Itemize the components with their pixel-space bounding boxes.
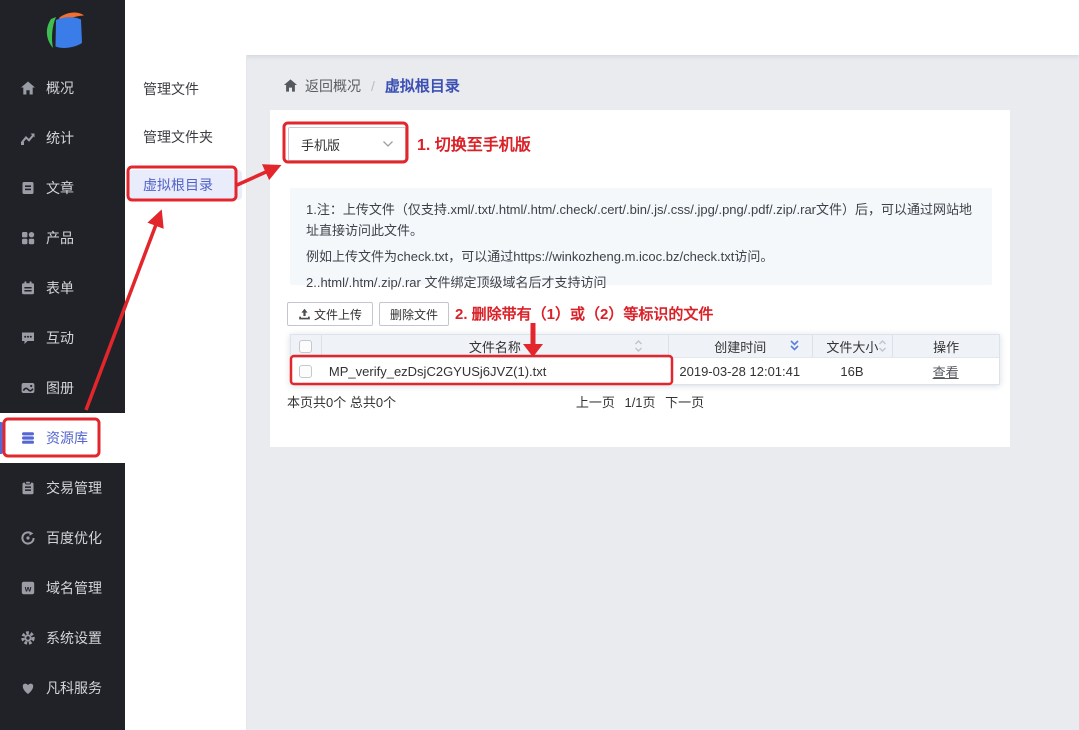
seo-icon [20,530,36,546]
delete-file-button[interactable]: 删除文件 [379,302,450,326]
sidebar-item-products[interactable]: 产品 [0,213,125,263]
site-version-select[interactable]: 手机版 [288,127,406,161]
article-icon [20,180,36,196]
page-summary: 本页共0个 总共0个 [287,395,397,410]
sidebar-item-overview[interactable]: 概况 [0,63,125,113]
upload-file-button[interactable]: 文件上传 [287,302,374,326]
breadcrumb: 返回概况 / 虚拟根目录 [247,55,1079,96]
secondary-sidebar: 管理文件 管理文件夹 虚拟根目录 [125,55,247,730]
column-header-action: 操作 [933,339,960,355]
prev-page-link[interactable]: 上一页 [576,395,615,410]
sidebar-item-settings[interactable]: 系统设置 [0,613,125,663]
column-header-created[interactable]: 创建时间 [714,337,766,356]
sort-icon[interactable] [633,340,644,352]
main-area: 返回概况 / 虚拟根目录 手机版 1.注：上传文件（仅支持.xml/.txt/.… [247,55,1079,730]
sidebar-item-baidu-seo[interactable]: 百度优化 [0,513,125,563]
note-line: 1.注：上传文件（仅支持.xml/.txt/.html/.htm/.check/… [306,202,973,238]
content-card: 手机版 1.注：上传文件（仅支持.xml/.txt/.html/.htm/.ch… [270,110,1010,447]
form-icon [20,280,36,296]
page-indicator: 1/1页 [624,395,656,410]
home-icon[interactable] [283,78,298,93]
sidebar-item-gallery[interactable]: 图册 [0,363,125,413]
subnav-item-virtual-root[interactable]: 虚拟根目录 [125,161,246,209]
sidebar-item-resources[interactable]: 资源库 [0,413,125,463]
file-toolbar: 文件上传 删除文件 [287,302,450,326]
sidebar-item-trade[interactable]: 交易管理 [0,463,125,513]
subnav-item-manage-files[interactable]: 管理文件 [125,65,246,113]
sort-desc-active-icon[interactable] [789,340,800,352]
sidebar-item-stats[interactable]: 统计 [0,113,125,163]
home-icon [20,80,36,96]
chevron-down-icon [383,141,393,147]
view-file-link[interactable]: 查看 [933,362,959,381]
gallery-icon [20,380,36,396]
table-header-row: 文件名称 创建时间 文件大小 操作 [291,335,999,357]
chat-icon [20,330,36,346]
sidebar-item-interaction[interactable]: 互动 [0,313,125,363]
breadcrumb-current: 虚拟根目录 [384,78,460,95]
brand-logo[interactable] [0,0,125,55]
subnav-item-manage-folders[interactable]: 管理文件夹 [125,113,246,161]
sidebar-item-domain[interactable]: w 域名管理 [0,563,125,613]
products-icon [20,230,36,246]
svg-text:w: w [24,583,32,593]
site-version-value: 手机版 [301,137,341,153]
upload-icon [298,308,311,321]
upload-button-label: 文件上传 [314,307,363,322]
created-time-cell: 2019-03-28 12:01:41 [679,363,801,379]
breadcrumb-back-link[interactable]: 返回概况 [305,76,361,96]
pagination-bar: 本页共0个 总共0个 上一页 1/1页 下一页 [270,389,1010,410]
heart-icon [20,680,36,696]
file-size-cell: 16B [840,363,864,379]
column-header-size[interactable]: 文件大小 [826,337,878,356]
top-header-bar [125,0,1079,55]
sidebar-item-articles[interactable]: 文章 [0,163,125,213]
primary-nav: 概况 统计 文章 产品 表单 互动 图册 资源库 交易管理 百度优化 w 域名管… [0,55,125,713]
domain-icon: w [20,580,36,596]
file-table: 文件名称 创建时间 文件大小 操作 MP_verify_ezDsjC2GYUSj… [290,334,1000,385]
column-header-file-name[interactable]: 文件名称 [469,337,521,356]
sidebar-item-forms[interactable]: 表单 [0,263,125,313]
note-line: 2..html/.htm/.zip/.rar 文件绑定顶级域名后才支持访问 [306,275,607,290]
next-page-link[interactable]: 下一页 [665,395,704,410]
note-line: 例如上传文件为check.txt，可以通过https://winkozheng.… [306,249,774,264]
file-name-cell: MP_verify_ezDsjC2GYUSj6JVZ(1).txt [328,363,547,379]
database-icon [20,430,36,446]
table-row: MP_verify_ezDsjC2GYUSj6JVZ(1).txt 2019-0… [291,357,999,384]
trade-icon [20,480,36,496]
upload-notes: 1.注：上传文件（仅支持.xml/.txt/.html/.htm/.check/… [290,188,992,290]
stats-icon [20,130,36,146]
breadcrumb-separator: / [371,77,375,94]
row-checkbox[interactable] [299,364,313,378]
sidebar-item-services[interactable]: 凡科服务 [0,663,125,713]
gear-icon [20,630,36,646]
primary-sidebar: 概况 统计 文章 产品 表单 互动 图册 资源库 交易管理 百度优化 w 域名管… [0,0,125,730]
select-all-checkbox[interactable] [299,339,313,353]
sort-icon[interactable] [877,340,888,352]
